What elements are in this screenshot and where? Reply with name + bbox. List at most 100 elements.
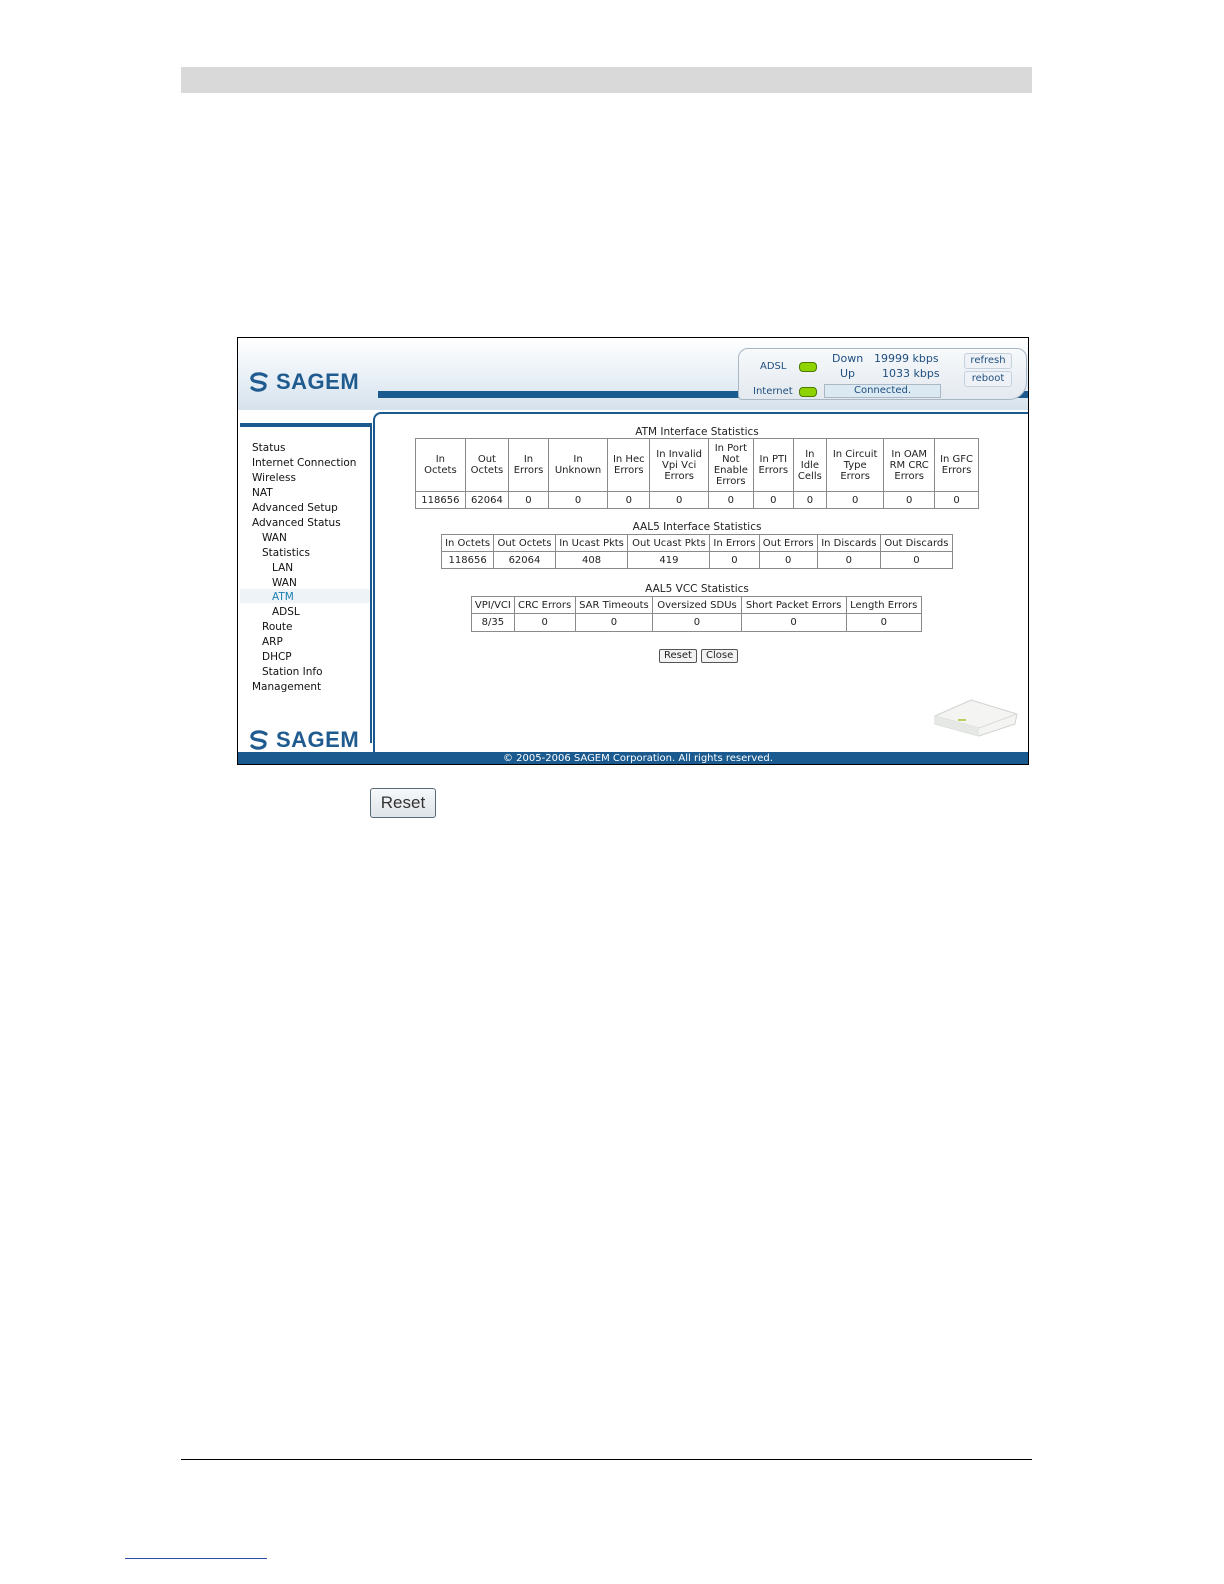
sidebar-item-route[interactable]: Route [262, 621, 292, 633]
vcc-value-cell: 0 [652, 613, 742, 632]
sidebar-item-wan[interactable]: WAN [262, 532, 287, 544]
atm-header-in-pti-errors: In PTI Errors [752, 438, 794, 492]
copyright-text: © 2005-2006 SAGEM Corporation. All right… [503, 753, 773, 764]
vcc-stats-table: VPI/VCI CRC Errors SAR Timeouts Oversize… [471, 596, 923, 632]
vcc-header-vpi-vci: VPI/VCI [471, 596, 515, 614]
sidebar-item-statistics-wan[interactable]: WAN [272, 577, 297, 589]
aal5-header-out-discards: Out Discards [879, 534, 954, 552]
down-label: Down [832, 352, 864, 365]
sidebar-item-internet-connection[interactable]: Internet Connection [252, 457, 356, 469]
sidebar-item-statistics-adsl[interactable]: ADSL [272, 606, 300, 618]
atm-header-in-octets: In Octets [415, 438, 466, 492]
aal5-header-out-ucast-pkts: Out Ucast Pkts [627, 534, 711, 552]
sidebar-item-wireless[interactable]: Wireless [252, 472, 296, 484]
sidebar-item-statistics-atm[interactable]: ATM [272, 591, 294, 603]
refresh-button[interactable]: refresh [964, 353, 1012, 369]
sidebar-item-dhcp[interactable]: DHCP [262, 651, 292, 663]
sidebar-item-statistics-lan[interactable]: LAN [272, 562, 293, 574]
aal5-value-cell: 62064 [493, 551, 556, 569]
document-footer-rule [181, 1459, 1032, 1460]
atm-header-in-oam-rm-crc-errors: In OAM RM CRC Errors [883, 438, 936, 492]
document-header-bar [181, 67, 1032, 93]
atm-value-cell: 118656 [415, 491, 466, 509]
aal5-header-in-discards: In Discards [816, 534, 881, 552]
connection-status-panel: ADSL Internet Down 19999 kbps Up 1033 kb… [738, 348, 1027, 400]
aal5-header-in-ucast-pkts: In Ucast Pkts [554, 534, 629, 552]
document-footnote-rule [125, 1558, 267, 1559]
vcc-value-cell: 0 [845, 613, 923, 632]
close-button[interactable]: Close [701, 649, 739, 663]
atm-header-in-invalid-vpi-vci-errors: In Invalid Vpi Vci Errors [649, 438, 709, 492]
reboot-button[interactable]: reboot [964, 371, 1012, 387]
brand-name: SAGEM [276, 369, 360, 394]
atm-value-cell: 0 [752, 491, 794, 509]
aal5-stats-title: AAL5 Interface Statistics [632, 521, 762, 533]
atm-value-cell: 0 [607, 491, 651, 509]
atm-header-in-port-not-enable-errors: In Port Not Enable Errors [707, 438, 754, 492]
sidebar-item-arp[interactable]: ARP [262, 636, 283, 648]
sidebar-item-advanced-setup[interactable]: Advanced Setup [252, 502, 338, 514]
atm-value-cell: 0 [883, 491, 936, 509]
aal5-header-in-errors: In Errors [709, 534, 760, 552]
sidebar-item-station-info[interactable]: Station Info [262, 666, 323, 678]
up-rate: 1033 kbps [882, 367, 940, 380]
sagem-logo: SAGEM [248, 368, 359, 396]
sagem-logo-bottom: SAGEM [248, 726, 359, 754]
reset-button[interactable]: Reset [659, 649, 697, 663]
down-rate: 19999 kbps [874, 352, 939, 365]
atm-stats-title: ATM Interface Statistics [635, 426, 759, 438]
atm-stats-table: In Octets Out Octets In Errors In Unknown In… [415, 438, 979, 509]
vcc-header-crc-errors: CRC Errors [513, 596, 576, 614]
atm-value-cell: 0 [826, 491, 885, 509]
sagem-swirl-icon [250, 372, 268, 392]
aal5-header-in-octets: In Octets [440, 534, 495, 552]
atm-value-cell: 0 [792, 491, 828, 509]
sidebar-item-nat[interactable]: NAT [252, 487, 273, 499]
vcc-stats-title: AAL5 VCC Statistics [645, 583, 749, 595]
vcc-value-cell: 8/35 [471, 613, 515, 632]
connection-status: Connected. [824, 384, 941, 398]
atm-header-in-gfc-errors: In GFC Errors [934, 438, 979, 492]
adsl-label: ADSL [760, 361, 787, 372]
aal5-value-cell: 0 [758, 551, 818, 569]
atm-header-in-unknown: In Unknown [547, 438, 609, 492]
aal5-value-cell: 408 [554, 551, 629, 569]
atm-value-cell: 0 [707, 491, 754, 509]
atm-value-cell: 0 [547, 491, 609, 509]
sagem-swirl-icon [250, 730, 268, 750]
atm-value-cell: 62064 [464, 491, 510, 509]
aal5-value-cell: 0 [709, 551, 760, 569]
aal5-value-cell: 118656 [440, 551, 495, 569]
vcc-header-length-errors: Length Errors [845, 596, 923, 614]
sidebar-item-management[interactable]: Management [252, 681, 321, 693]
aal5-value-cell: 0 [816, 551, 881, 569]
up-label: Up [840, 367, 856, 380]
router-device-image [934, 699, 1018, 737]
active-item-highlight [240, 589, 370, 603]
atm-value-cell: 0 [649, 491, 709, 509]
reset-button-callout[interactable]: Reset [370, 788, 436, 818]
vcc-value-cell: 0 [513, 613, 576, 632]
sidebar-item-statistics[interactable]: Statistics [262, 547, 310, 559]
vcc-header-short-packet-errors: Short Packet Errors [740, 596, 847, 614]
atm-header-in-errors: In Errors [508, 438, 549, 492]
vcc-value-cell: 0 [574, 613, 654, 632]
sidebar [240, 423, 372, 743]
atm-value-cell: 0 [934, 491, 979, 509]
atm-header-in-idle-cells: In Idle Cells [792, 438, 828, 492]
aal5-value-cell: 419 [627, 551, 711, 569]
sidebar-item-status[interactable]: Status [252, 442, 285, 454]
internet-label: Internet [753, 386, 793, 397]
router-web-ui-screenshot: SAGEM ADSL Internet Down 19999 kbps Up 1… [237, 337, 1029, 765]
atm-value-cell: 0 [508, 491, 549, 509]
vcc-value-cell: 0 [740, 613, 847, 632]
atm-header-in-circuit-type-errors: In Circuit Type Errors [826, 438, 885, 492]
aal5-stats-table: In Octets Out Octets In Ucast Pkts Out U… [440, 534, 954, 569]
aal5-header-out-errors: Out Errors [758, 534, 818, 552]
atm-header-in-hec-errors: In Hec Errors [607, 438, 651, 492]
internet-led-icon [799, 387, 817, 397]
sidebar-item-advanced-status[interactable]: Advanced Status [252, 517, 341, 529]
adsl-led-icon [799, 362, 817, 372]
sidebar-top-line [240, 423, 372, 427]
vcc-header-oversized-sdus: Oversized SDUs [652, 596, 742, 614]
